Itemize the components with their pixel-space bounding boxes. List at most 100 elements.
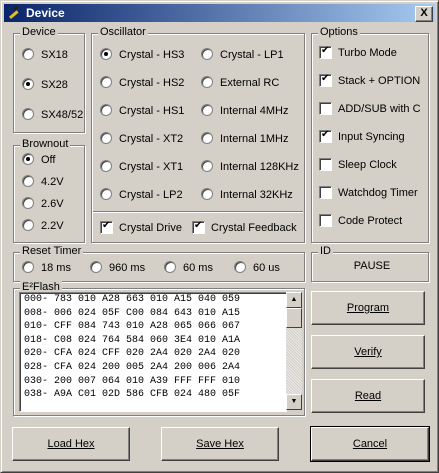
oscillator-radio-crystal-hs2[interactable]: Crystal - HS2: [100, 75, 184, 91]
radio-indicator[interactable]: [201, 104, 213, 117]
radio-indicator[interactable]: [100, 104, 112, 117]
crystal-drive-checkbox-label: Crystal Drive: [119, 222, 182, 234]
radio-indicator[interactable]: [22, 175, 34, 188]
verify-button[interactable]: Verify: [311, 335, 425, 369]
cancel-button[interactable]: Cancel: [310, 426, 430, 462]
oscillator-radio-crystal-hs3-label: Crystal - HS3: [119, 49, 185, 61]
crystal-feedback-checkbox[interactable]: Crystal Feedback: [192, 219, 297, 236]
radio-indicator[interactable]: [22, 197, 34, 210]
flash-listing[interactable]: 000- 783 010 A28 663 010 A15 040 059 008…: [19, 292, 287, 412]
radio-indicator[interactable]: [164, 261, 176, 274]
crystal-drive-checkbox[interactable]: Crystal Drive: [100, 219, 182, 236]
option-watchdog-timer-checkbox-label: Watchdog Timer: [338, 187, 418, 199]
checkbox-indicator[interactable]: [192, 219, 205, 234]
oscillator-radio-internal-1mhz[interactable]: Internal 1MHz: [201, 131, 288, 147]
oscillator-radio-internal-128khz[interactable]: Internal 128KHz: [201, 159, 299, 175]
device-radio-sx18-label: SX18: [41, 49, 68, 61]
close-button[interactable]: X: [415, 6, 433, 22]
option-input-syncing-checkbox[interactable]: Input Syncing: [319, 128, 405, 145]
flash-row: 028- CFA 024 200 005 2A4 200 006 2A4: [24, 361, 241, 373]
option-stack-option-checkbox[interactable]: Stack + OPTION: [319, 72, 420, 89]
device-radio-sx28[interactable]: SX28: [22, 77, 68, 93]
radio-indicator[interactable]: [201, 48, 213, 61]
flash-scrollbar[interactable]: ▲ ▼: [286, 292, 302, 410]
oscillator-radio-internal-4mhz[interactable]: Internal 4MHz: [201, 103, 288, 119]
flash-row: 038- A9A C01 02D 586 CFB 024 480 05F: [24, 389, 241, 401]
radio-indicator[interactable]: [201, 160, 213, 173]
radio-indicator[interactable]: [22, 108, 34, 121]
option-sleep-clock-checkbox[interactable]: Sleep Clock: [319, 157, 397, 173]
load-hex-button[interactable]: Load Hex: [12, 427, 130, 461]
id-value: PAUSE: [353, 260, 391, 272]
option-input-syncing-checkbox-label: Input Syncing: [338, 131, 405, 143]
option-turbo-mode-checkbox[interactable]: Turbo Mode: [319, 44, 397, 61]
scroll-down-icon[interactable]: ▼: [286, 394, 302, 410]
reset-timer-radio-60-us[interactable]: 60 us: [234, 260, 280, 276]
checkbox-indicator[interactable]: [319, 213, 332, 227]
reset-timer-radio-60-ms[interactable]: 60 ms: [164, 260, 213, 276]
checkbox-indicator[interactable]: [319, 101, 332, 115]
radio-indicator[interactable]: [22, 219, 34, 232]
scroll-thumb[interactable]: [286, 308, 302, 328]
checkbox-indicator[interactable]: [319, 185, 332, 199]
radio-indicator[interactable]: [100, 76, 112, 89]
save-hex-button-label: Save Hex: [196, 438, 244, 450]
checkbox-indicator[interactable]: [319, 72, 332, 87]
oscillator-radio-crystal-xt2[interactable]: Crystal - XT2: [100, 131, 183, 147]
option-watchdog-timer-checkbox[interactable]: Watchdog Timer: [319, 185, 418, 201]
option-code-protect-checkbox[interactable]: Code Protect: [319, 213, 402, 229]
radio-indicator[interactable]: [201, 132, 213, 145]
oscillator-radio-internal-32khz[interactable]: Internal 32KHz: [201, 187, 293, 203]
radio-indicator[interactable]: [100, 48, 112, 61]
radio-indicator[interactable]: [100, 132, 112, 145]
flash-row: 010- CFF 084 743 010 A28 065 066 067: [24, 321, 241, 333]
oscillator-radio-crystal-hs3[interactable]: Crystal - HS3: [100, 47, 184, 63]
device-group-title: Device: [20, 26, 58, 38]
device-radio-sx48-52[interactable]: SX48/52: [22, 107, 83, 123]
flash-row: 000- 783 010 A28 663 010 A15 040 059: [24, 294, 241, 305]
cancel-button-label: Cancel: [352, 438, 388, 450]
brownout-radio-2-2v[interactable]: 2.2V: [22, 218, 64, 234]
oscillator-radio-crystal-lp1[interactable]: Crystal - LP1: [201, 47, 284, 63]
device-radio-sx28-label: SX28: [41, 79, 68, 91]
oscillator-radio-external-rc[interactable]: External RC: [201, 75, 279, 91]
radio-indicator[interactable]: [201, 76, 213, 89]
radio-indicator[interactable]: [100, 188, 112, 201]
brownout-radio-2-6v[interactable]: 2.6V: [22, 196, 64, 212]
scroll-up-icon[interactable]: ▲: [286, 292, 302, 308]
verify-button-label: Verify: [354, 346, 382, 358]
radio-indicator[interactable]: [22, 153, 34, 166]
oscillator-radio-internal-128khz-label: Internal 128KHz: [220, 161, 299, 173]
program-button[interactable]: Program: [311, 291, 425, 325]
radio-indicator[interactable]: [234, 261, 246, 274]
radio-indicator[interactable]: [90, 261, 102, 274]
flash-row: 030- 200 007 064 010 A39 FFF FFF 010: [24, 375, 241, 387]
checkbox-indicator[interactable]: [319, 128, 332, 143]
brownout-radio-4-2v[interactable]: 4.2V: [22, 174, 64, 190]
brownout-radio-off[interactable]: Off: [22, 152, 55, 168]
oscillator-radio-crystal-xt1[interactable]: Crystal - XT1: [100, 159, 183, 175]
reset-timer-radio-18-ms[interactable]: 18 ms: [22, 260, 71, 276]
flash-row: 018- C08 024 764 584 060 3E4 010 A1A: [24, 334, 241, 346]
radio-indicator[interactable]: [22, 48, 34, 61]
radio-indicator[interactable]: [22, 78, 34, 91]
oscillator-radio-internal-4mhz-label: Internal 4MHz: [220, 105, 289, 117]
title-bar[interactable]: Device X: [4, 4, 435, 22]
read-button-label: Read: [354, 390, 382, 402]
oscillator-radio-crystal-lp2[interactable]: Crystal - LP2: [100, 187, 183, 203]
radio-indicator[interactable]: [100, 160, 112, 173]
device-dialog: Device X Device Brownout Oscillator Opti…: [0, 0, 439, 473]
program-button-label: Program: [346, 302, 390, 314]
oscillator-radio-crystal-hs1[interactable]: Crystal - HS1: [100, 103, 184, 119]
save-hex-button[interactable]: Save Hex: [161, 427, 279, 461]
device-radio-sx18[interactable]: SX18: [22, 47, 68, 63]
checkbox-indicator[interactable]: [100, 219, 113, 234]
reset-timer-radio-960-ms[interactable]: 960 ms: [90, 260, 145, 276]
checkbox-indicator[interactable]: [319, 157, 332, 171]
radio-indicator[interactable]: [22, 261, 34, 274]
option-add-sub-with-c-checkbox[interactable]: ADD/SUB with C: [319, 101, 421, 117]
checkbox-indicator[interactable]: [319, 44, 332, 59]
read-button[interactable]: Read: [311, 379, 425, 413]
reset-timer-radio-60-us-label: 60 us: [253, 262, 280, 274]
radio-indicator[interactable]: [201, 188, 213, 201]
